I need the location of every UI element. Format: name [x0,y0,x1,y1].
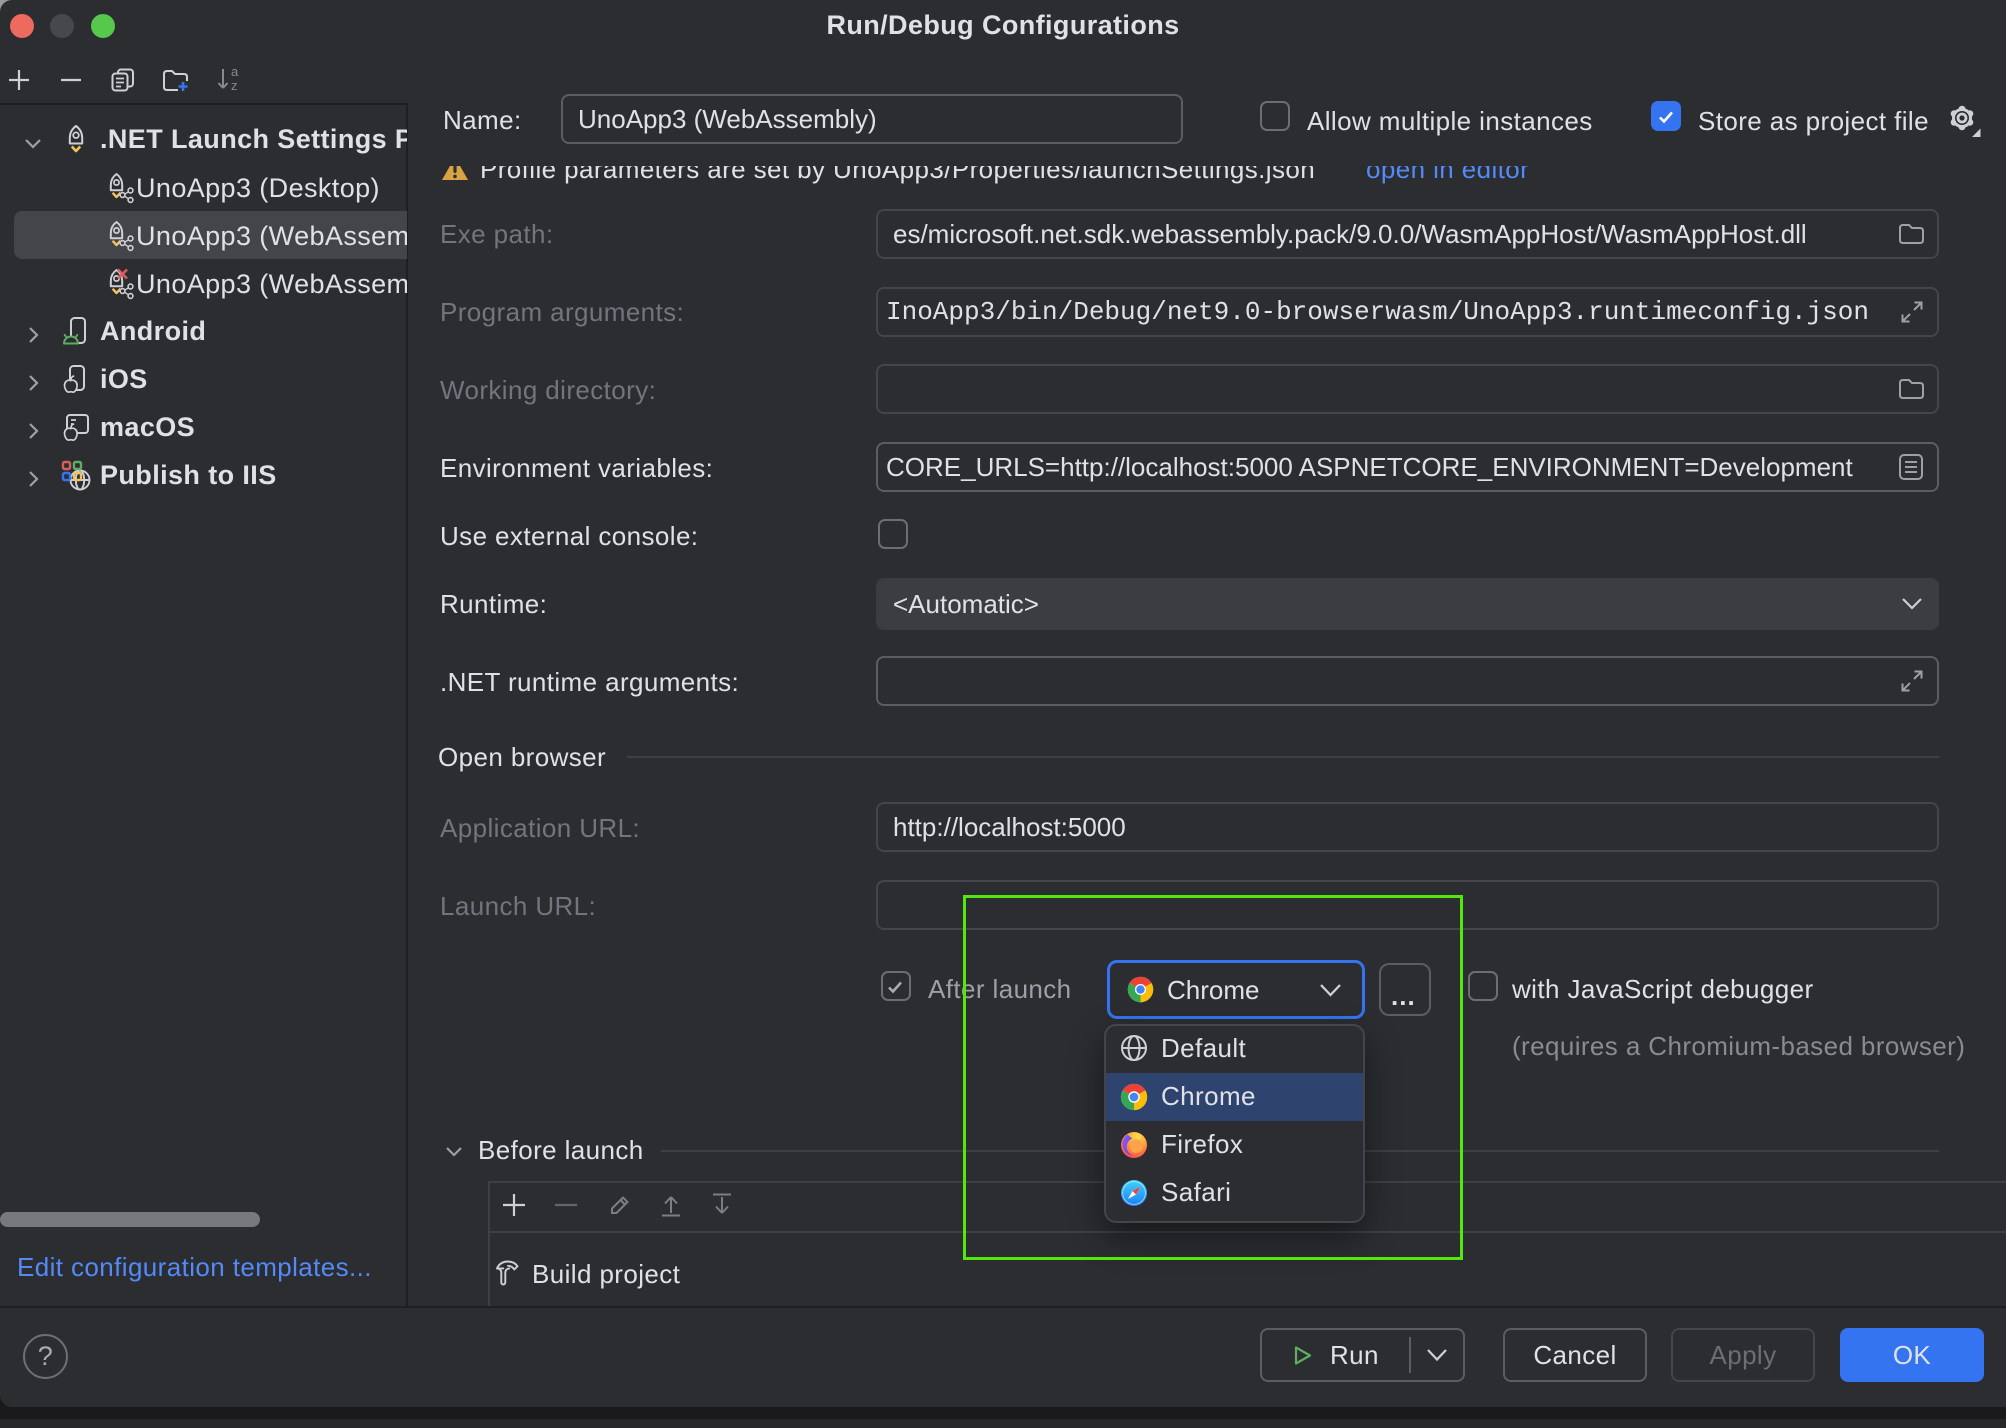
svg-text:z: z [231,78,238,93]
